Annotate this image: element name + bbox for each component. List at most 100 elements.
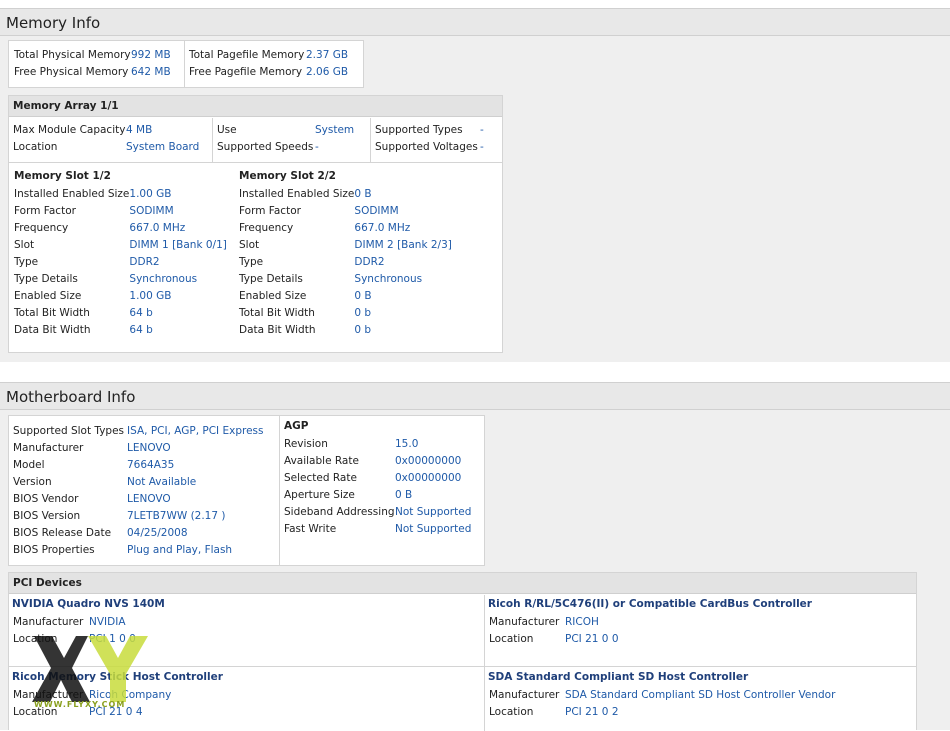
- label: Selected Rate: [284, 471, 357, 484]
- value: SODIMM: [354, 204, 399, 217]
- label: BIOS Properties: [13, 543, 95, 556]
- value: PCI 21 0 2: [565, 705, 619, 718]
- memory-array-col2: Use System Supported Speeds -: [217, 121, 354, 155]
- value: SODIMM: [129, 204, 174, 217]
- value: NVIDIA: [89, 615, 126, 628]
- motherboard-details: Supported Slot Types ISA, PCI, AGP, PCI E…: [13, 422, 264, 558]
- kv-row: Type Details Synchronous: [14, 270, 227, 287]
- kv-row: Location PCI 21 0 2: [489, 703, 835, 720]
- value: 1.00 GB: [129, 289, 172, 302]
- label: Max Module Capacity: [13, 123, 126, 136]
- value: Not Supported: [395, 522, 472, 535]
- divider: [279, 416, 280, 565]
- kv-row: Selected Rate 0x00000000: [284, 469, 471, 486]
- kv-row: Form Factor SODIMM: [14, 202, 227, 219]
- kv-row: Type Details Synchronous: [239, 270, 452, 287]
- memory-info-title: Memory Info: [6, 14, 101, 32]
- kv-row: Type DDR2: [239, 253, 452, 270]
- pci-device-name[interactable]: Ricoh R/RL/5C476(II) or Compatible CardB…: [488, 596, 812, 613]
- kv-row: Sideband Addressing Not Supported: [284, 503, 471, 520]
- motherboard-info-title: Motherboard Info: [6, 388, 136, 406]
- slot-details: Installed Enabled Size 1.00 GB Form Facto…: [14, 185, 227, 338]
- value: 0x00000000: [395, 471, 462, 484]
- label: Location: [489, 705, 534, 718]
- memory-array-col3: Supported Types - Supported Voltages -: [375, 121, 484, 155]
- label: Supported Slot Types: [13, 424, 125, 437]
- motherboard-details-box: Supported Slot Types ISA, PCI, AGP, PCI E…: [8, 415, 485, 566]
- kv-row: Free Pagefile Memory 2.06 GB: [189, 63, 348, 80]
- label: Total Bit Width: [14, 306, 90, 319]
- label: Supported Voltages: [375, 140, 478, 153]
- value: RICOH: [565, 615, 599, 628]
- pci-device-2: Ricoh R/RL/5C476(II) or Compatible CardB…: [488, 596, 812, 647]
- label: Form Factor: [14, 204, 76, 217]
- label: Available Rate: [284, 454, 359, 467]
- label: Manufacturer: [13, 615, 84, 628]
- value: Plug and Play, Flash: [127, 543, 233, 556]
- pci-device-details: Manufacturer SDA Standard Compliant SD Ho…: [489, 686, 835, 720]
- label: Model: [13, 458, 45, 471]
- value: 667.0 MHz: [129, 221, 186, 234]
- motherboard-info-header: Motherboard Info: [0, 382, 950, 410]
- agp-details: Revision 15.0 Available Rate 0x00000000 Se…: [284, 435, 471, 537]
- memory-summary-right: Total Pagefile Memory 2.37 GB Free Pagefi…: [189, 46, 348, 80]
- value: Not Available: [127, 475, 197, 488]
- slot-details: Installed Enabled Size 0 B Form Factor SOD…: [239, 185, 452, 338]
- divider: [184, 41, 185, 87]
- kv-row: Manufacturer RICOH: [489, 613, 619, 630]
- watermark-logo: WWW.FLYXY.COM: [30, 630, 155, 715]
- memory-slot-1: Memory Slot 1/2 Installed Enabled Size 1.…: [14, 168, 227, 338]
- kv-row: Frequency 667.0 MHz: [239, 219, 452, 236]
- value: System Board: [126, 140, 200, 153]
- kv-row: Supported Speeds -: [217, 138, 354, 155]
- label: Manufacturer: [489, 688, 560, 701]
- kv-row: Max Module Capacity 4 MB: [13, 121, 199, 138]
- label: Total Physical Memory: [14, 48, 131, 61]
- label: Fast Write: [284, 522, 337, 535]
- agp-section: AGP Revision 15.0 Available Rate 0x0000000…: [284, 418, 471, 537]
- label: Type Details: [239, 272, 303, 285]
- agp-title: AGP: [284, 420, 309, 432]
- kv-row: Available Rate 0x00000000: [284, 452, 471, 469]
- value: 992 MB: [131, 48, 171, 61]
- value: 0x00000000: [395, 454, 462, 467]
- divider: [212, 118, 213, 162]
- kv-row: Form Factor SODIMM: [239, 202, 452, 219]
- kv-row: Total Physical Memory 992 MB: [14, 46, 171, 63]
- value: 0 B: [354, 187, 372, 200]
- kv-row: Data Bit Width 0 b: [239, 321, 452, 338]
- pci-device-details: Manufacturer RICOH Location PCI 21 0 0: [489, 613, 619, 647]
- value: -: [480, 123, 484, 136]
- watermark-site: WWW.FLYXY.COM: [34, 700, 126, 709]
- pci-device-name[interactable]: SDA Standard Compliant SD Host Controlle…: [488, 669, 835, 686]
- kv-row: Revision 15.0: [284, 435, 471, 452]
- kv-row: Model 7664A35: [13, 456, 264, 473]
- label: Frequency: [239, 221, 294, 234]
- memory-array-box: Memory Array 1/1 Max Module Capacity 4 MB…: [8, 95, 503, 353]
- value: 0 b: [354, 306, 372, 319]
- value: 7LETB7WW (2.17 ): [127, 509, 226, 522]
- value: Not Supported: [395, 505, 472, 518]
- value: -: [480, 140, 484, 153]
- pci-device-name[interactable]: NVIDIA Quadro NVS 140M: [12, 596, 165, 613]
- label: Slot: [239, 238, 260, 251]
- kv-row: Enabled Size 0 B: [239, 287, 452, 304]
- value: 2.06 GB: [306, 65, 349, 78]
- value: Synchronous: [354, 272, 423, 285]
- divider: [370, 118, 371, 162]
- kv-row: Fast Write Not Supported: [284, 520, 471, 537]
- pci-devices-title: PCI Devices: [9, 573, 916, 594]
- value: 0 B: [354, 289, 372, 302]
- label: Sideband Addressing: [284, 505, 395, 518]
- kv-row: Free Physical Memory 642 MB: [14, 63, 171, 80]
- label: BIOS Vendor: [13, 492, 79, 505]
- memory-info-header: Memory Info: [0, 8, 950, 36]
- value: 7664A35: [127, 458, 175, 471]
- value: 64 b: [129, 323, 153, 336]
- value: -: [315, 140, 319, 153]
- kv-row: Installed Enabled Size 0 B: [239, 185, 452, 202]
- label: Frequency: [14, 221, 69, 234]
- memory-summary-left: Total Physical Memory 992 MB Free Physica…: [14, 46, 171, 80]
- kv-row: Installed Enabled Size 1.00 GB: [14, 185, 227, 202]
- kv-row: Location System Board: [13, 138, 199, 155]
